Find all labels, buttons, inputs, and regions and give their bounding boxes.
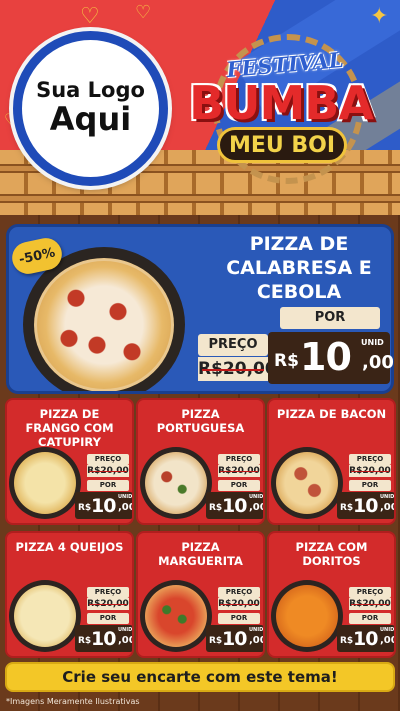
logo-placeholder[interactable]: Sua Logo Aqui: [13, 31, 168, 186]
card-title: PIZZA 4 QUEIJOS: [15, 540, 124, 554]
card-price-block: PREÇO R$20,00 POR R$ 10 UNID ,00: [333, 454, 394, 523]
card-title: PIZZA DE FRANGO COM CATUPIRY: [25, 407, 114, 449]
product-card-doritos[interactable]: PIZZA COM DORITOS PREÇO R$20,00 POR R$ 1…: [267, 531, 396, 658]
product-card-frango[interactable]: PIZZA DE FRANGO COM CATUPIRY PREÇO R$20,…: [5, 398, 134, 525]
card-title: PIZZA COM DORITOS: [295, 540, 368, 568]
card-title: PIZZA DE BACON: [276, 407, 387, 421]
logo-text-line2: Aqui: [49, 100, 132, 139]
card-price-block: PREÇO R$20,00 POR R$ 10 UNID ,00: [202, 587, 263, 656]
card-title: PIZZA PORTUGUESA: [156, 407, 245, 435]
header-banner: ♡ ♡ ✦ ♡ Sua Logo Aqui FESTIVAL BUMBA MEU…: [0, 0, 400, 215]
new-price: R$ 10 UNID ,00: [268, 332, 394, 384]
star-icon: ✦: [370, 4, 389, 29]
logo-text-line1: Sua Logo: [36, 78, 145, 103]
por-label: POR: [280, 307, 380, 329]
card-price-block: PREÇO R$20,00 POR R$ 10 UNID ,00: [71, 587, 132, 656]
heart-icon: ♡: [135, 2, 152, 23]
preco-label: PREÇO: [198, 334, 268, 356]
featured-price-block: POR PREÇO R$20,00 R$ 10 UNID ,00: [198, 307, 394, 387]
disclaimer-text: *Imagens Meramente Ilustrativas: [6, 697, 140, 706]
product-card-marguerita[interactable]: PIZZA MARGUERITA PREÇO R$20,00 POR R$ 10…: [136, 531, 265, 658]
product-card-bacon[interactable]: PIZZA DE BACON PREÇO R$20,00 POR R$ 10 U…: [267, 398, 396, 525]
card-price-block: PREÇO R$20,00 POR R$ 10 UNID ,00: [333, 587, 394, 656]
title-meu-boi: MEU BOI: [217, 127, 347, 163]
featured-title: PIZZA DE CALABRESA E CEBOLA: [226, 233, 372, 303]
card-price-block: PREÇO R$20,00 POR R$ 10 UNID ,00: [71, 454, 132, 523]
price-integer: 10: [300, 335, 352, 379]
title-bumba: BUMBA: [189, 76, 374, 130]
currency-symbol: R$: [274, 351, 299, 371]
unit-label: UNID: [361, 338, 384, 347]
price-cents: ,00: [362, 352, 394, 373]
card-title: PIZZA MARGUERITA: [158, 540, 243, 568]
product-card-4-queijos[interactable]: PIZZA 4 QUEIJOS PREÇO R$20,00 POR R$ 10 …: [5, 531, 134, 658]
card-price-block: PREÇO R$20,00 POR R$ 10 UNID ,00: [202, 454, 263, 523]
old-price: R$20,00: [198, 357, 277, 381]
cta-banner[interactable]: Crie seu encarte com este tema!: [5, 662, 395, 692]
heart-icon: ♡: [80, 4, 100, 29]
product-card-portuguesa[interactable]: PIZZA PORTUGUESA PREÇO R$20,00 POR R$ 10…: [136, 398, 265, 525]
